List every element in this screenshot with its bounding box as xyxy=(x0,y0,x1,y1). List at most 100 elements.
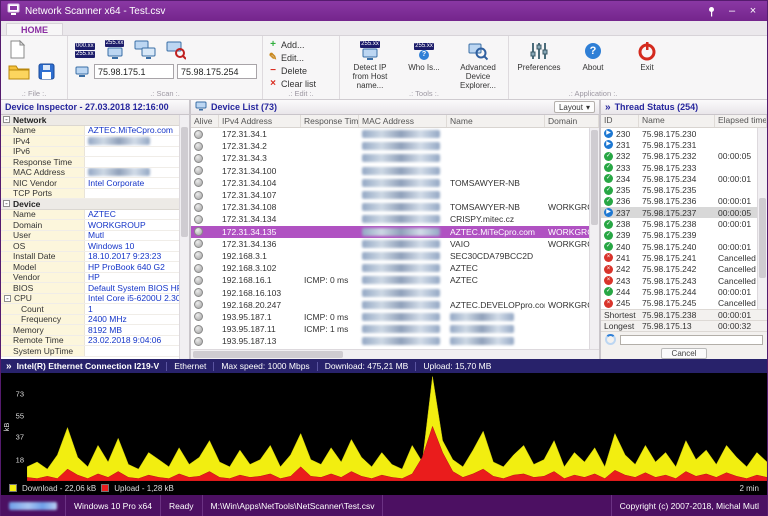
inspector-property-row[interactable]: NameAZTEC xyxy=(1,210,179,221)
inspector-property-row[interactable]: TCP Ports xyxy=(1,189,179,200)
thread-row[interactable]: ✓23875.98.175.23800:00:01 xyxy=(601,218,757,229)
titlebar[interactable]: Network Scanner x64 - Test.csv – × xyxy=(1,1,767,21)
inspector-property-row[interactable]: -CPUIntel Core i5-6200U 2.30GHz xyxy=(1,294,179,305)
device-row[interactable]: 172.31.34.135AZTEC.MiTeCpro.comWORKGROUP xyxy=(191,226,589,238)
device-row[interactable]: 172.31.34.136VAIOWORKGROUP xyxy=(191,238,589,250)
thread-row[interactable]: ✓24075.98.175.24000:00:01 xyxy=(601,241,757,252)
column-domain[interactable]: Domain xyxy=(545,115,599,127)
inspector-property-row[interactable]: Frequency2400 MHz xyxy=(1,315,179,326)
thread-row[interactable]: ×24175.98.175.241Cancelled xyxy=(601,252,757,263)
add-button[interactable]: + Add... xyxy=(268,39,334,51)
inspector-property-row[interactable]: BIOSDefault System BIOS HPQOE xyxy=(1,283,179,294)
inspector-property-row[interactable]: ModelHP ProBook 640 G2 xyxy=(1,262,179,273)
thread-collapse-icon[interactable]: » xyxy=(605,102,611,113)
ip-to-input[interactable] xyxy=(177,64,257,79)
tab-home[interactable]: HOME xyxy=(6,23,63,35)
device-row[interactable]: 192.168.16.1ICMP: 0 msAZTEC xyxy=(191,274,589,286)
inspector-property-row[interactable]: Install Date18.10.2017 9:23:23 xyxy=(1,252,179,263)
who-is-button[interactable]: 255.xx ? Who Is... xyxy=(399,39,449,90)
inspector-property-row[interactable]: MAC Address xyxy=(1,168,179,179)
device-row[interactable]: 172.31.34.3 xyxy=(191,152,589,164)
inspector-property-row[interactable]: VendorHP xyxy=(1,273,179,284)
minimize-icon[interactable]: – xyxy=(724,4,740,19)
advanced-device-explorer-button[interactable]: Advanced Device Explorer... xyxy=(453,39,503,90)
thread-row[interactable]: ▶23075.98.175.230 xyxy=(601,128,757,139)
device-list-vscrollbar[interactable] xyxy=(589,128,599,349)
edit-button[interactable]: ✎ Edit... xyxy=(268,52,334,64)
delete-button[interactable]: − Delete xyxy=(268,65,334,77)
inspector-property-row[interactable]: UserMutl xyxy=(1,231,179,242)
inspector-property-row[interactable]: NIC VendorIntel Corporate xyxy=(1,178,179,189)
column-thread-id[interactable]: ID xyxy=(601,115,639,127)
close-icon[interactable]: × xyxy=(745,4,761,19)
thread-row[interactable]: ✓23575.98.175.235 xyxy=(601,184,757,195)
collapse-icon[interactable]: - xyxy=(4,295,11,302)
thread-row[interactable]: ✓23475.98.175.23400:00:01 xyxy=(601,173,757,184)
preferences-button[interactable]: Preferences xyxy=(514,39,564,73)
layout-button[interactable]: Layout ▾ xyxy=(554,101,595,113)
detect-ip-button[interactable]: 255.xx Detect IP from Host name... xyxy=(345,39,395,90)
inspector-property-row[interactable]: DomainWORKGROUP xyxy=(1,220,179,231)
column-ipv4[interactable]: IPv4 Address xyxy=(219,115,301,127)
thread-row[interactable]: ✓23675.98.175.23600:00:01 xyxy=(601,196,757,207)
inspector-property-row[interactable]: IPv4 xyxy=(1,136,179,147)
thread-row[interactable]: ✓23275.98.175.23200:00:05 xyxy=(601,151,757,162)
scan-subnet-button[interactable]: 255.xx xyxy=(103,39,127,61)
device-row[interactable]: 172.31.34.2 xyxy=(191,140,589,152)
device-row[interactable]: 193.95.187.1ICMP: 0 ms xyxy=(191,311,589,323)
thread-row[interactable]: ×24575.98.175.245Cancelled xyxy=(601,297,757,308)
inspector-property-row[interactable]: Memory8192 MB xyxy=(1,325,179,336)
inspector-property-row[interactable]: NameAZTEC.MiTeCpro.com xyxy=(1,126,179,137)
device-list-hscrollbar[interactable] xyxy=(191,349,599,359)
cancel-button[interactable]: Cancel xyxy=(661,348,708,359)
inspector-property-row[interactable]: System UpTime xyxy=(1,346,179,357)
new-file-button[interactable] xyxy=(6,39,28,60)
inspector-property-row[interactable]: OSWindows 10 xyxy=(1,241,179,252)
collapse-icon[interactable]: - xyxy=(3,116,10,123)
column-elapsed-time[interactable]: Elapsed time xyxy=(715,115,767,127)
device-row[interactable]: 193.95.187.13 xyxy=(191,335,589,347)
scan-ip-range-button[interactable]: 000.xx 255.xx xyxy=(73,42,97,59)
device-row[interactable]: 192.168.3.1SEC30CDA79BCC2D xyxy=(191,250,589,262)
thread-row[interactable]: ×24375.98.175.243Cancelled xyxy=(601,275,757,286)
device-row[interactable]: 172.31.34.1 xyxy=(191,128,589,140)
inspector-section-row[interactable]: -Device xyxy=(1,199,179,210)
inspector-scrollbar[interactable] xyxy=(179,115,189,359)
thread-row[interactable]: ×24275.98.175.242Cancelled xyxy=(601,264,757,275)
column-name[interactable]: Name xyxy=(447,115,545,127)
open-file-button[interactable] xyxy=(6,62,32,81)
inspector-property-row[interactable]: Response Time xyxy=(1,157,179,168)
device-row[interactable]: 192.168.16.103 xyxy=(191,286,589,298)
device-row[interactable]: 172.31.34.104TOMSAWYER-NB xyxy=(191,177,589,189)
ip-from-input[interactable] xyxy=(94,64,174,79)
thread-row[interactable]: ▶23775.98.175.23700:00:05 xyxy=(601,207,757,218)
thread-vscrollbar[interactable] xyxy=(757,128,767,309)
device-row[interactable]: 172.31.34.107 xyxy=(191,189,589,201)
thread-row[interactable]: ✓23975.98.175.239 xyxy=(601,230,757,241)
inspector-section-row[interactable]: -Network xyxy=(1,115,179,126)
thread-row[interactable]: ✓24475.98.175.24400:00:01 xyxy=(601,286,757,297)
exit-button[interactable]: Exit xyxy=(622,39,672,73)
device-list-column-headers[interactable]: Alive IPv4 Address Response Time MAC Add… xyxy=(191,115,599,128)
collapse-icon[interactable]: - xyxy=(3,200,10,207)
device-row[interactable]: 172.31.34.134CRISPY.mitec.cz xyxy=(191,213,589,225)
device-row[interactable]: 172.31.34.100 xyxy=(191,165,589,177)
column-mac[interactable]: MAC Address xyxy=(359,115,447,127)
detect-devices-button[interactable] xyxy=(164,39,188,61)
device-row[interactable]: 193.95.187.11ICMP: 1 ms xyxy=(191,323,589,335)
inspector-property-row[interactable]: Remote Time23.02.2018 9:04:06 xyxy=(1,336,179,347)
about-button[interactable]: ? About xyxy=(568,39,618,73)
thread-column-headers[interactable]: ID Name Elapsed time xyxy=(601,115,767,128)
device-row[interactable]: 172.31.34.108TOMSAWYER-NBWORKGROUP xyxy=(191,201,589,213)
scan-network-button[interactable] xyxy=(132,39,158,61)
device-row[interactable]: 192.168.3.102AZTEC xyxy=(191,262,589,274)
column-thread-name[interactable]: Name xyxy=(639,115,715,127)
device-row[interactable]: 192.168.20.247AZTEC.DEVELOPpro.comWORKGR… xyxy=(191,299,589,311)
column-response-time[interactable]: Response Time xyxy=(301,115,359,127)
save-file-button[interactable] xyxy=(36,62,57,81)
inspector-property-row[interactable]: IPv6 xyxy=(1,147,179,158)
inspector-property-row[interactable]: Count1 xyxy=(1,304,179,315)
column-alive[interactable]: Alive xyxy=(191,115,219,127)
thread-row[interactable]: ▶23175.98.175.231 xyxy=(601,139,757,150)
pin-icon[interactable] xyxy=(703,4,719,19)
